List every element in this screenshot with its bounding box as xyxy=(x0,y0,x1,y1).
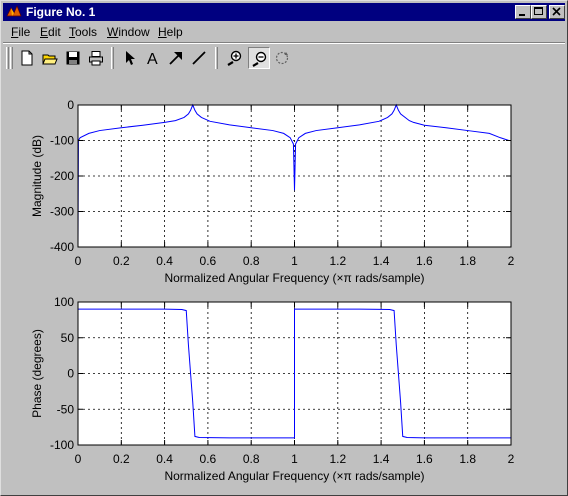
arrow-select-icon xyxy=(126,51,135,65)
magnitude-xtick-label: 1.6 xyxy=(416,254,433,268)
phase-xtick-label: 1.2 xyxy=(329,452,346,466)
minimize-icon xyxy=(519,14,525,16)
magnitude-ytick-label: -200 xyxy=(50,169,74,183)
maximize-button[interactable] xyxy=(531,5,547,19)
magnitude-xtick-label: 0.2 xyxy=(113,254,130,268)
new-file-icon xyxy=(21,50,33,66)
menu-bar: File Edit Tools Window Help xyxy=(3,22,565,42)
insert-line-button[interactable] xyxy=(188,47,210,69)
save-button[interactable] xyxy=(62,47,84,69)
zoom-in-button[interactable] xyxy=(224,47,246,69)
menu-file[interactable]: File xyxy=(11,25,30,39)
minimize-button[interactable] xyxy=(515,5,531,19)
matlab-logo-icon xyxy=(6,5,22,17)
toolbar-divider-2 xyxy=(215,47,218,69)
menu-tools-rest: ools xyxy=(75,25,98,39)
phase-ytick-label: 0 xyxy=(67,367,74,381)
phase-xlabel: Normalized Angular Frequency (×π rads/sa… xyxy=(164,469,424,483)
menu-window-rest: indow xyxy=(118,25,150,39)
menu-edit-rest: dit xyxy=(48,25,61,39)
magnitude-xtick-label: 0.8 xyxy=(243,254,260,268)
magnitude-ytick-label: -100 xyxy=(50,134,74,148)
zoom-in-icon xyxy=(227,50,242,66)
phase-xtick-label: 1.6 xyxy=(416,452,433,466)
magnitude-xtick-label: 1.2 xyxy=(329,254,346,268)
menu-file-rest: ile xyxy=(18,25,31,39)
menu-edit-mnemonic: E xyxy=(40,25,49,39)
window-title: Figure No. 1 xyxy=(26,5,96,19)
rotate-3d-button[interactable] xyxy=(271,47,293,69)
menu-window-mnemonic: W xyxy=(107,25,119,39)
phase-xtick-label: 2 xyxy=(508,452,515,466)
open-folder-icon xyxy=(42,54,58,65)
magnitude-xtick-label: 1 xyxy=(291,254,298,268)
phase-xtick-label: 0 xyxy=(75,452,82,466)
magnitude-xtick-label: 1.8 xyxy=(459,254,476,268)
magnitude-ytick-label: -300 xyxy=(50,205,74,219)
phase-xtick-label: 1 xyxy=(291,452,298,466)
phase-plot: 0 0.2 0.4 0.6 0.8 1 1.2 1.4 1.6 1.8 2 100 50 0 -50 -100… xyxy=(30,295,515,483)
phase-ytick-label: -50 xyxy=(57,402,75,416)
magnitude-xtick-label: 0 xyxy=(75,254,82,268)
line-insert-icon xyxy=(192,51,206,65)
phase-xtick-label: 1.4 xyxy=(373,452,390,466)
maximize-icon xyxy=(534,7,543,15)
open-file-button[interactable] xyxy=(39,47,61,69)
new-figure-button[interactable] xyxy=(16,47,38,69)
menu-tools[interactable]: Tools xyxy=(69,25,97,39)
menu-edit[interactable]: Edit xyxy=(40,25,61,39)
text-insert-icon: A xyxy=(147,51,158,66)
phase-xtick-label: 0.4 xyxy=(156,452,173,466)
phase-xtick-label: 0.2 xyxy=(113,452,130,466)
menu-help-mnemonic: H xyxy=(158,25,167,39)
title-bar[interactable]: Figure No. 1 xyxy=(3,3,565,21)
menu-help-rest: elp xyxy=(166,25,183,39)
close-button[interactable] xyxy=(549,5,565,19)
magnitude-ylabel: Magnitude (dB) xyxy=(30,135,44,217)
toolbar: A xyxy=(3,44,565,72)
print-icon xyxy=(89,51,103,66)
zoom-out-icon xyxy=(252,51,267,67)
menu-help[interactable]: Help xyxy=(158,25,183,39)
phase-xtick-label: 0.8 xyxy=(243,452,260,466)
toolbar-grip[interactable] xyxy=(6,47,9,69)
magnitude-xtick-label: 0.6 xyxy=(200,254,217,268)
insert-text-button[interactable]: A xyxy=(142,47,164,69)
insert-arrow-button[interactable] xyxy=(165,47,187,69)
phase-xtick-label: 0.6 xyxy=(200,452,217,466)
magnitude-ytick-label: 0 xyxy=(67,98,74,112)
magnitude-ytick-label: -400 xyxy=(50,240,74,254)
edit-plot-button[interactable] xyxy=(119,47,141,69)
phase-xtick-label: 1.8 xyxy=(459,452,476,466)
phase-ylabel: Phase (degrees) xyxy=(30,329,44,418)
magnitude-plot: 0 0.2 0.4 0.6 0.8 1 1.2 1.4 1.6 1.8 2 0 -100 -200 -300… xyxy=(30,98,515,285)
figure-window: Figure No. 1 File Edit Tools Window Help xyxy=(0,0,568,496)
phase-ytick-label: 100 xyxy=(54,295,74,309)
arrow-insert-icon xyxy=(169,52,182,65)
print-button[interactable] xyxy=(85,47,107,69)
save-icon xyxy=(66,51,80,65)
toolbar-grip-2[interactable] xyxy=(10,47,13,69)
magnitude-xlabel: Normalized Angular Frequency (×π rads/sa… xyxy=(164,271,424,285)
toolbar-divider xyxy=(111,47,114,69)
phase-ytick-label: -100 xyxy=(50,438,74,452)
magnitude-xtick-label: 2 xyxy=(508,254,515,268)
close-icon xyxy=(552,7,561,16)
phase-ytick-label: 50 xyxy=(61,331,75,345)
magnitude-xtick-label: 0.4 xyxy=(156,254,173,268)
text-tool-glyph: A xyxy=(147,51,158,66)
rotate-3d-icon xyxy=(275,51,289,65)
menu-window[interactable]: Window xyxy=(107,25,150,39)
magnitude-xtick-label: 1.4 xyxy=(373,254,390,268)
zoom-out-button[interactable] xyxy=(248,47,270,69)
figure-canvas: 0 0.2 0.4 0.6 0.8 1 1.2 1.4 1.6 1.8 20-100-200-300… xyxy=(30,98,515,483)
